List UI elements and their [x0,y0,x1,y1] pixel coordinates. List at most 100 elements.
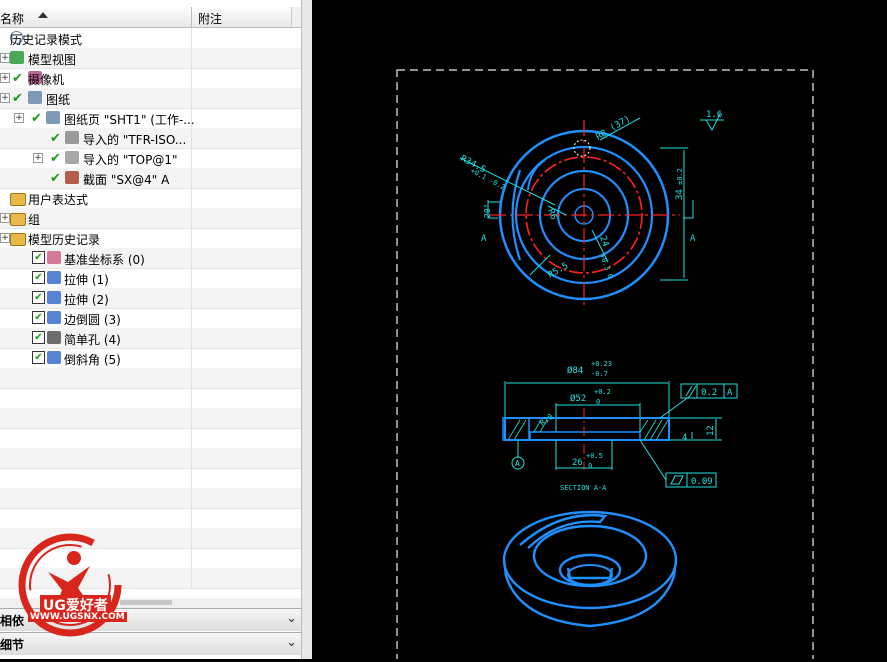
expand-toggle-icon[interactable]: + [14,113,24,123]
tree-row[interactable]: + ✔ 导入的 "TOP@1" [0,148,301,169]
top-view-annotations: R34.5 +0.1 -0.2 R8 (37) R6 24 +0.3 0 R5.… [459,110,723,281]
tree-row-label: 组 [28,213,41,227]
tree-row[interactable]: ✔ 导入的 "TFR-ISO... [0,128,301,149]
empty-row [0,388,301,409]
column-divider [191,448,192,468]
tree-row[interactable]: ✔ 截面 "SX@4" A [0,168,301,189]
dim-d84: Ø84 [567,365,583,376]
chamfer-icon [47,351,61,364]
column-header-note[interactable]: 附注 [198,10,222,27]
tree-row-label: 拉伸 (1) [64,273,109,287]
chevron-down-icon[interactable]: ⌄ [286,611,297,626]
dim-d34: 34 [675,189,685,200]
dim-d26-tol-up: +0.5 [586,452,603,460]
graphics-window[interactable]: R34.5 +0.1 -0.2 R8 (37) R6 24 +0.3 0 R5.… [312,0,887,662]
vertical-scrollbar[interactable] [291,7,301,27]
folder-icon [10,233,26,246]
dim-d24-tol: +0.3 0 [598,253,614,280]
dim-d34-tol: ±0.2 [676,168,684,185]
visibility-checkbox[interactable]: ✔ [32,311,45,324]
checkmark-icon[interactable]: ✔ [50,171,61,186]
column-divider [191,528,192,548]
datum-a-label: A [515,459,520,468]
dim-d26: 26 [572,458,583,468]
tree-row[interactable]: ✔ 简单孔 (4) [0,328,301,349]
checkmark-icon[interactable]: ✔ [12,71,23,86]
column-divider [191,508,192,528]
tree-row[interactable]: + ✔ 图纸 [0,88,301,109]
drawing-sheet[interactable]: R34.5 +0.1 -0.2 R8 (37) R6 24 +0.3 0 R5.… [312,0,887,662]
top-view-icon [65,151,79,164]
sort-ascending-icon[interactable] [38,12,48,18]
dim-d24: 24 [597,235,610,249]
dim-d52: Ø52 [570,393,586,404]
expand-toggle-icon[interactable]: + [0,233,10,243]
tree-row[interactable]: ✔ 基准坐标系 (0) [0,248,301,269]
column-divider [191,188,192,208]
column-divider[interactable] [191,7,192,27]
expand-toggle-icon[interactable]: + [0,213,10,223]
tree-row-label: 导入的 "TOP@1" [83,153,178,167]
tree-row[interactable]: ✔ 边倒圆 (3) [0,308,301,329]
checkmark-icon[interactable]: ✔ [50,151,61,166]
expand-toggle-icon[interactable]: + [0,73,10,83]
tree-row[interactable]: ✔ 拉伸 (2) [0,288,301,309]
column-divider [191,468,192,488]
model-view-icon [10,51,24,64]
gdt-flatness-tol: 0.09 [691,477,713,487]
dim-d52-tol-dn: 0 [596,398,600,406]
edge-blend-icon [47,311,61,324]
tree-row[interactable]: + ✔ 图纸页 "SHT1" (工作-... [0,108,301,129]
expand-toggle-icon[interactable]: + [0,53,10,63]
surface-finish-value: 1.6 [706,110,722,120]
tree-row[interactable]: + ✔ 摄像机 [0,68,301,89]
column-divider [191,228,192,248]
checkmark-icon[interactable]: ✔ [50,131,61,146]
gdt-parallel-datum: A [727,388,733,398]
tree-row-label: 摄像机 [28,73,65,87]
section-view-annotations: Ø84 +0.23 -0.7 Ø52 +0.2 0 26 +0.5 0 4 12… [515,360,733,492]
tree-row[interactable]: ✔ 倒斜角 (5) [0,348,301,369]
visibility-checkbox[interactable]: ✔ [32,291,45,304]
tree-row[interactable]: ✔ 拉伸 (1) [0,268,301,289]
tree-row-label: 用户表达式 [28,193,89,207]
tree-row-label: 图纸页 "SHT1" (工作-... [64,113,195,127]
expand-toggle-icon[interactable]: + [0,93,10,103]
column-divider [191,348,192,368]
section-mark-right: A [690,234,696,244]
visibility-checkbox[interactable]: ✔ [32,331,45,344]
empty-row [0,448,301,469]
dim-d26-tol-dn: 0 [588,462,592,470]
section-mark-left: A [481,234,487,244]
visibility-checkbox[interactable]: ✔ [32,351,45,364]
dim-h12: 12 [706,425,716,436]
column-divider [191,68,192,88]
column-divider [191,388,192,408]
tree-row[interactable]: + 模型视图 [0,48,301,69]
checkmark-icon[interactable]: ✔ [12,91,23,106]
visibility-checkbox[interactable]: ✔ [32,271,45,284]
checkmark-icon[interactable]: ✔ [31,111,42,126]
extrude-icon [47,271,61,284]
empty-row [0,428,301,449]
expand-toggle-icon[interactable]: + [33,153,43,163]
tree-row[interactable]: 用户表达式 [0,188,301,209]
tree-row[interactable]: + 组 [0,208,301,229]
chevron-down-icon[interactable]: ⌄ [286,635,297,650]
empty-row [0,368,301,389]
column-divider [191,208,192,228]
folder-icon [10,193,26,206]
dim-h4: 4 [682,433,687,443]
iso-view-icon [65,131,79,144]
tree-row[interactable]: + 模型历史记录 [0,228,301,249]
visibility-checkbox[interactable]: ✔ [32,251,45,264]
empty-row [0,488,301,509]
column-header-name[interactable]: 名称 [0,10,24,27]
column-divider [191,268,192,288]
column-divider [191,308,192,328]
navigator-tree: 历史记录模式 + 模型视图 + ✔ 摄像机 + ✔ 图纸 + ✔ 图纸页 "SHT1" (工作-...… [0,28,301,598]
hole-icon [47,331,61,344]
dim-d84-tol-up: +0.23 [591,360,612,368]
tree-row[interactable]: 历史记录模式 [0,28,301,49]
drawing-icon [28,91,42,104]
